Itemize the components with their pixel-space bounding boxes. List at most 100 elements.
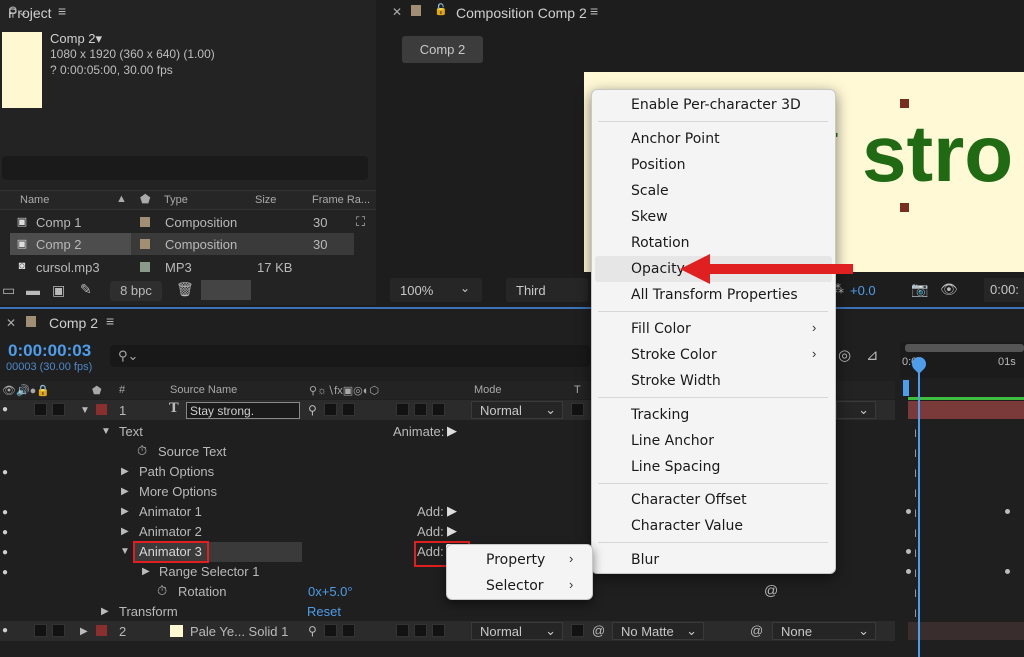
layer1-duration-bar[interactable] [908,401,1024,419]
interpret-footage-icon[interactable]: ▭ [2,282,15,299]
timeline-menu-icon[interactable]: ≡ [106,313,114,329]
keyframe-dot[interactable] [906,549,911,554]
playhead-line[interactable] [918,362,920,657]
eye-icon[interactable]: ● [2,527,8,538]
chevron-down-icon[interactable]: ▼ [101,426,111,437]
new-folder-icon[interactable]: ▬ [26,282,40,298]
graph-editor-icon[interactable]: ⊿ [866,346,879,364]
col-frame-rate[interactable]: Frame Ra... [312,194,370,206]
layer-switch-box[interactable] [52,403,65,416]
chevron-down-icon[interactable]: ▼ [80,405,90,416]
menu-item-character-value[interactable]: Character Value [631,518,743,534]
close-icon[interactable]: ✕ [6,316,16,330]
switch-box[interactable] [324,403,337,416]
composition-panel-title[interactable]: Composition Comp 2 [456,5,587,21]
eye-icon[interactable]: ● [2,467,8,478]
brush-icon[interactable]: ✎ [80,281,92,298]
mode-header[interactable]: Mode [474,384,502,396]
chevron-right-icon[interactable]: ▶ [121,506,129,517]
layer-switches[interactable]: ⚲ [308,624,317,638]
animate-play-icon[interactable]: ▶ [447,423,457,439]
menu-item-stroke-color[interactable]: Stroke Color [631,347,717,363]
menu-item-enable-3d[interactable]: Enable Per-character 3D [631,97,801,113]
menu-item-stroke-width[interactable]: Stroke Width [631,373,721,389]
layer2-duration-bar[interactable] [908,622,1024,640]
text-group-label[interactable]: Text [119,424,143,439]
project-item-row[interactable]: ◙ cursol.mp3 MP3 17 KB [0,256,376,278]
chevron-right-icon[interactable]: ▶ [121,466,129,477]
menu-item-character-offset[interactable]: Character Offset [631,492,747,508]
eye-icon[interactable]: ● [2,567,8,578]
switch-box[interactable] [571,624,584,637]
stopwatch-icon[interactable]: ⏱ [157,583,167,599]
menu-item-position[interactable]: Position [631,157,686,173]
col-type[interactable]: Type [164,194,188,206]
layer-mode-dropdown[interactable]: Normal ⌄ [471,401,563,419]
chevron-right-icon[interactable]: ▶ [121,486,129,497]
label-swatch[interactable] [140,239,150,249]
add-play-icon[interactable]: ▶ [447,523,457,539]
menu-item-fill-color[interactable]: Fill Color [631,321,691,337]
menu-item-rotation[interactable]: Rotation [631,235,690,251]
menu-item-blur[interactable]: Blur [631,552,659,568]
menu-item-all-transform[interactable]: All Transform Properties [631,287,798,303]
switch-box[interactable] [324,624,337,637]
color-swatch-button[interactable] [201,280,251,300]
switch-box[interactable] [432,624,445,637]
project-search-input[interactable] [2,156,368,180]
bit-depth-button[interactable]: 8 bpc [110,281,162,301]
keyframe-dot[interactable] [1005,509,1010,514]
layer-name-field[interactable]: Stay strong. [186,402,300,419]
switch-box[interactable] [414,624,427,637]
menu-item-skew[interactable]: Skew [631,209,668,225]
work-area-start-marker[interactable] [903,380,909,396]
layer-name[interactable]: Pale Ye... Solid 1 [190,624,288,639]
lock-icon[interactable]: 🔓 [434,3,448,16]
track-matte-dropdown[interactable]: No Matte ⌄ [612,622,704,640]
add-play-icon[interactable]: ▶ [447,503,457,519]
motion-blur-icon[interactable]: ◎ [838,346,851,364]
transform-handle[interactable] [900,203,909,212]
show-snapshot-icon[interactable]: 👁 [940,281,958,298]
timeline-current-time[interactable]: 0:00:00:03 [8,341,91,361]
chevron-right-icon[interactable]: ▶ [121,526,129,537]
menu-item-tracking[interactable]: Tracking [631,407,689,423]
sort-up-icon[interactable]: ▲ [116,193,127,205]
menu-item-line-spacing[interactable]: Line Spacing [631,459,720,475]
submenu-selector[interactable]: Selector [486,578,544,594]
label-swatch[interactable] [140,262,150,272]
layer-switch-box[interactable] [52,624,65,637]
transform-handle[interactable] [900,99,909,108]
trackmatte-header[interactable]: T [574,384,581,396]
switch-box[interactable] [396,624,409,637]
keyframe-dot[interactable] [1005,569,1010,574]
eye-icon[interactable]: ● [2,404,8,415]
layer-switches[interactable]: ⚲ [308,403,317,417]
col-name[interactable]: Name [20,194,49,206]
eye-icon[interactable]: ● [2,507,8,518]
label-swatch[interactable] [96,625,107,636]
submenu-property[interactable]: Property [486,552,545,568]
switch-box[interactable] [396,403,409,416]
chevron-down-icon[interactable]: ▼ [120,546,130,557]
switch-box[interactable] [414,403,427,416]
project-menu-icon[interactable]: ≡ [58,3,66,19]
reset-link[interactable]: Reset [307,604,341,619]
eye-icon[interactable]: ● [2,547,8,558]
menu-item-opacity[interactable]: Opacity [631,261,685,277]
new-comp-icon[interactable]: ▣ [52,282,65,299]
trash-icon[interactable]: 🗑 [176,281,194,298]
snapshot-icon[interactable]: 📷 [911,281,928,298]
close-icon[interactable]: ✕ [392,5,402,19]
comp-tab[interactable]: Comp 2 [402,36,483,63]
label-tag-icon[interactable]: ⬟ [140,192,150,206]
eye-icon[interactable]: ● [2,625,8,636]
parent-dropdown[interactable]: None ⌄ [772,622,876,640]
animate-label[interactable]: Animate: [393,424,444,439]
menu-item-anchor-point[interactable]: Anchor Point [631,131,720,147]
chevron-right-icon[interactable]: ▶ [101,606,109,617]
chevron-right-icon[interactable]: ▶ [142,566,150,577]
stopwatch-icon[interactable]: ⏱ [137,443,147,459]
switch-box[interactable] [342,403,355,416]
keyframe-dot[interactable] [906,509,911,514]
